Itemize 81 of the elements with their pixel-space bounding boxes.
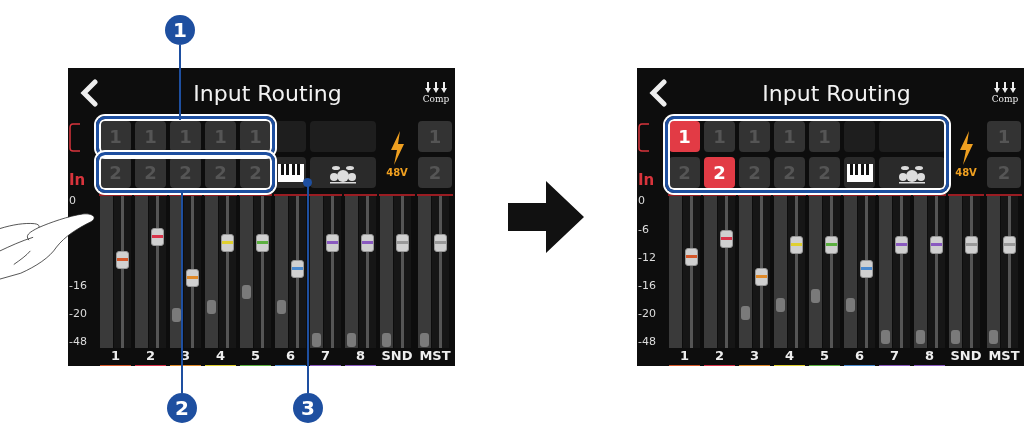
fader-knob[interactable] [895,235,908,254]
fader-knob[interactable] [434,234,447,253]
fader-knob[interactable] [326,234,339,253]
fader-knob[interactable] [720,229,733,248]
fader-knob[interactable] [755,267,768,286]
drums-button[interactable] [310,157,376,188]
fader-knob[interactable] [116,250,129,269]
scale-label: -6 [638,223,650,236]
scale-label: 0 [69,194,77,207]
channel-label: 4 [784,349,794,363]
scale-label: -48 [638,335,657,348]
scale-label: -20 [69,307,88,320]
blank-pad [844,121,875,152]
fader-knob[interactable] [930,235,943,254]
channel-label: 6 [854,349,864,363]
phantom-power-label: 48V [955,167,977,178]
dot-icon [303,178,312,187]
channel-label: 8 [924,349,934,363]
fader-knob[interactable] [291,259,304,278]
channel-label: 2 [714,349,724,363]
fader-knob[interactable] [685,247,698,266]
compressor-icon[interactable] [425,82,447,94]
channel-label: 5 [250,349,260,363]
fader-knob[interactable] [860,259,873,278]
fader-knob[interactable] [1003,235,1016,254]
blank-pad [275,121,306,152]
fader-knob[interactable] [965,235,978,254]
compressor-icon[interactable] [994,82,1016,94]
fader-knob[interactable] [186,269,199,288]
callout-number: 3 [293,393,323,423]
channel-label: MST [988,349,1020,363]
fader-knob[interactable] [256,234,269,253]
routing-button[interactable]: 2 [704,157,735,188]
keyboard-button[interactable] [844,157,875,188]
back-icon[interactable] [647,79,669,107]
fader-knob[interactable] [361,234,374,253]
channel-label: 7 [889,349,899,363]
fader-knob[interactable] [790,235,803,254]
scale-label: -16 [69,279,88,292]
channel-label: 4 [215,349,225,363]
input-label: In [68,171,87,189]
channel-label: SND [381,349,413,363]
comp-label: Comp [991,94,1019,104]
keyboard-icon [276,162,305,183]
channel-label: 1 [679,349,689,363]
callout-number: 1 [165,15,195,45]
channel-label: SND [950,349,982,363]
keyboard-icon [845,162,874,183]
bracket-icon [68,121,82,152]
channel-label: 3 [749,349,759,363]
scale-label: -48 [69,335,88,348]
screen-title: Input Routing [761,80,912,106]
phantom-power-label: 48V [386,167,408,178]
fader-knob[interactable] [151,228,164,247]
scale-label: -12 [638,251,657,264]
right-arrow-icon [508,181,584,253]
routing-button[interactable]: 1 [669,121,700,152]
channel-label: 7 [320,349,330,363]
fader-knob[interactable] [221,234,234,253]
input-label: In [637,171,656,189]
scale-label: 0 [638,194,646,207]
bracket-icon [637,121,651,152]
comp-label: Comp [422,94,450,104]
channel-label: 1 [110,349,120,363]
channel-label: 2 [145,349,155,363]
drums-button[interactable] [879,157,945,188]
lightning-icon [958,131,974,165]
scale-label: -16 [638,279,657,292]
fader-knob[interactable] [396,234,409,253]
callout-number: 2 [167,393,197,423]
lightning-icon [389,131,405,165]
screen-title: Input Routing [192,80,343,106]
scale-label: -20 [638,307,657,320]
blank-pad [879,121,945,152]
channel-label: MST [419,349,451,363]
back-icon[interactable] [78,79,100,107]
fader-knob[interactable] [825,235,838,254]
channel-label: 5 [819,349,829,363]
keyboard-button[interactable] [275,157,306,188]
channel-label: 6 [285,349,295,363]
channel-label: 8 [355,349,365,363]
